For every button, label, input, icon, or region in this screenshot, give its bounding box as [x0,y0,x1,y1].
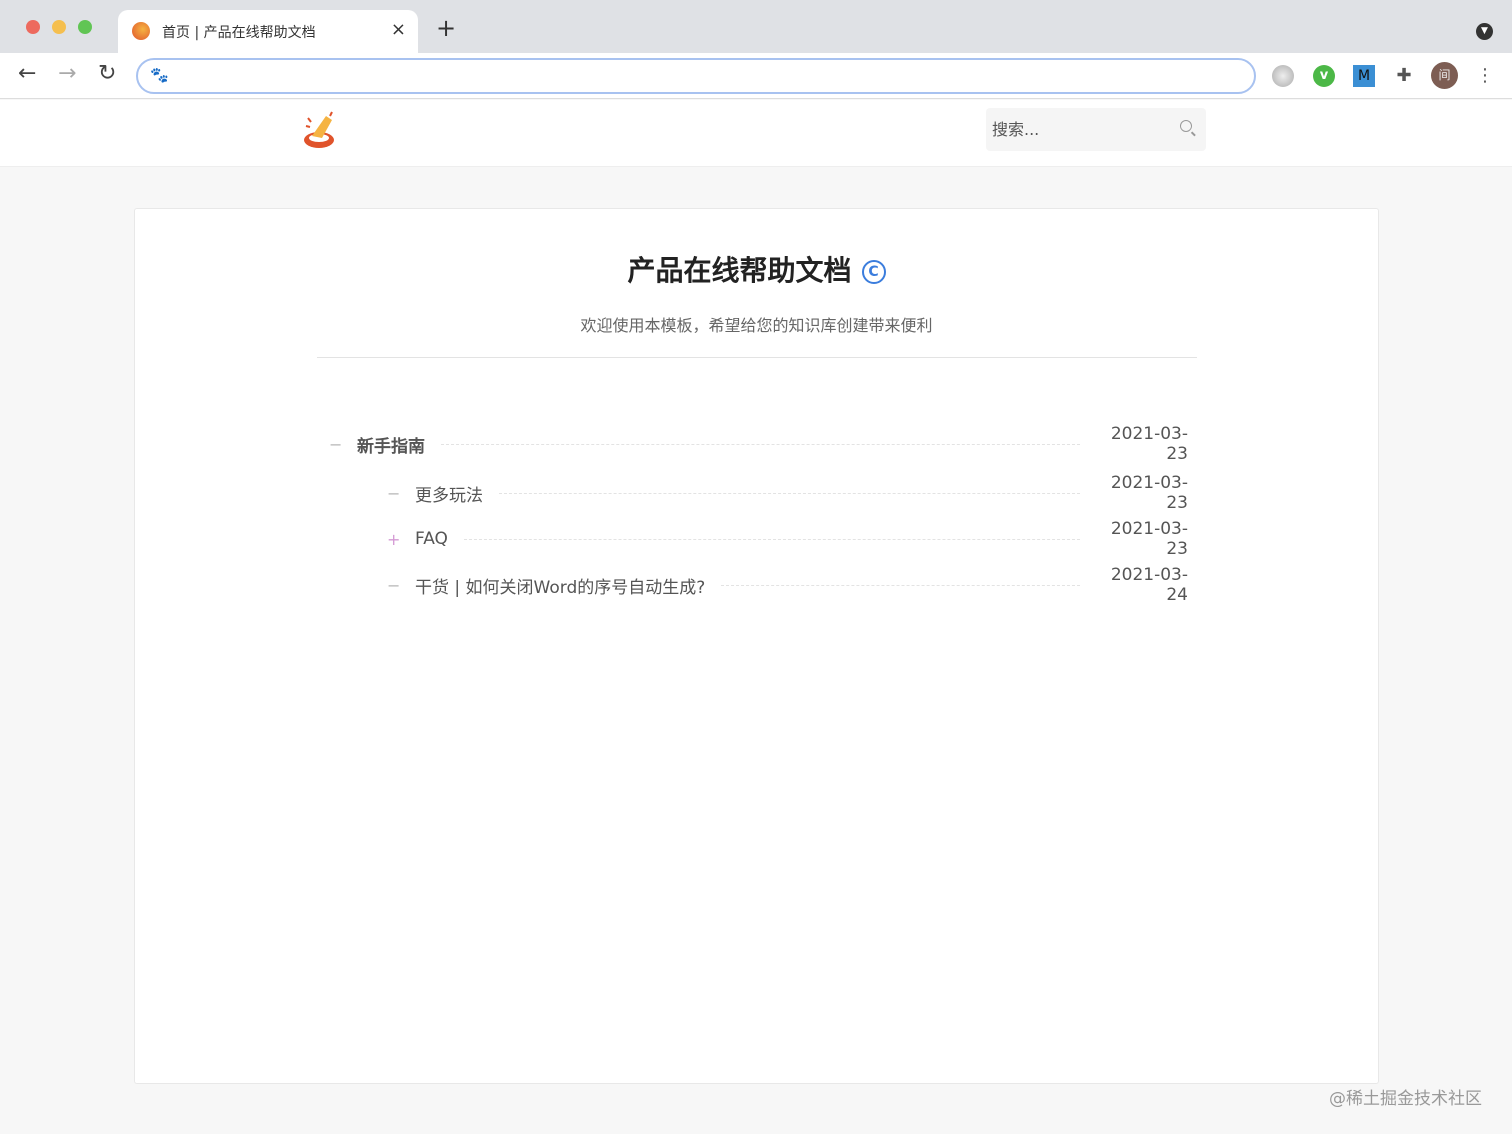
item-title[interactable]: FAQ [415,529,448,549]
maximize-window-button[interactable] [78,20,92,34]
list-item[interactable]: + FAQ 2021-03-23 [387,519,1188,559]
site-favicon-icon [132,22,150,40]
dotted-leader [463,538,1080,540]
reload-icon[interactable]: ↻ [98,63,116,85]
page-title: 产品在线帮助文档 [627,254,852,287]
back-arrow-icon[interactable]: ← [18,63,36,85]
m-extension-icon[interactable]: M [1353,65,1375,87]
dotted-leader [499,492,1080,494]
content-card: 产品在线帮助文档 C 欢迎使用本模板，希望给您的知识库创建带来便利 − 新手指南 … [134,208,1379,1084]
collapse-icon[interactable]: − [387,484,415,503]
browser-toolbar: ← → ↻ 🐾 v M ✚ 间 ⋮ [0,53,1512,99]
divider [317,357,1197,358]
list-item[interactable]: − 新手指南 2021-03-23 [329,424,1188,464]
item-date: 2021-03-23 [1110,473,1188,513]
site-logo-icon[interactable] [302,110,338,150]
browser-tab-bar: 首页 | 产品在线帮助文档 × + ▼ [0,0,1512,53]
collapse-icon[interactable]: − [329,435,357,454]
item-title[interactable]: 干货 | 如何关闭Word的序号自动生成? [415,573,705,598]
tab-title: 首页 | 产品在线帮助文档 [162,25,316,41]
baidu-paw-icon: 🐾 [150,66,169,84]
collapse-icon[interactable]: − [387,576,415,595]
forward-arrow-icon[interactable]: → [58,63,76,85]
tab-search-icon[interactable]: ▼ [1476,23,1493,40]
browser-tab[interactable]: 首页 | 产品在线帮助文档 × [118,10,418,53]
watermark: @稀土掘金技术社区 [1329,1089,1482,1109]
site-header [0,100,1512,167]
dotted-leader [441,443,1080,445]
page-title-row: 产品在线帮助文档 C [135,249,1378,289]
address-bar[interactable]: 🐾 [136,58,1256,94]
list-item[interactable]: − 更多玩法 2021-03-23 [387,473,1188,513]
close-window-button[interactable] [26,20,40,34]
search-input[interactable] [986,108,1166,151]
item-date: 2021-03-24 [1110,565,1188,605]
item-title[interactable]: 更多玩法 [415,481,483,506]
globe-extension-icon[interactable] [1272,65,1294,87]
new-tab-button[interactable]: + [436,16,456,40]
profile-avatar[interactable]: 间 [1431,62,1458,89]
item-date: 2021-03-23 [1110,424,1188,464]
kebab-menu-icon[interactable]: ⋮ [1474,65,1496,87]
puzzle-extensions-icon[interactable]: ✚ [1393,65,1415,87]
v-extension-icon[interactable]: v [1313,65,1335,87]
copyright-badge-icon: C [861,260,886,284]
expand-icon[interactable]: + [387,530,415,549]
list-item[interactable]: − 干货 | 如何关闭Word的序号自动生成? 2021-03-24 [387,565,1188,605]
close-tab-icon[interactable]: × [391,19,406,40]
item-date: 2021-03-23 [1110,519,1188,559]
page-subtitle: 欢迎使用本模板，希望给您的知识库创建带来便利 [580,316,933,335]
search-icon[interactable] [1180,120,1192,132]
minimize-window-button[interactable] [52,20,66,34]
dotted-leader [721,584,1080,586]
item-title[interactable]: 新手指南 [357,432,425,457]
search-box [986,108,1206,151]
